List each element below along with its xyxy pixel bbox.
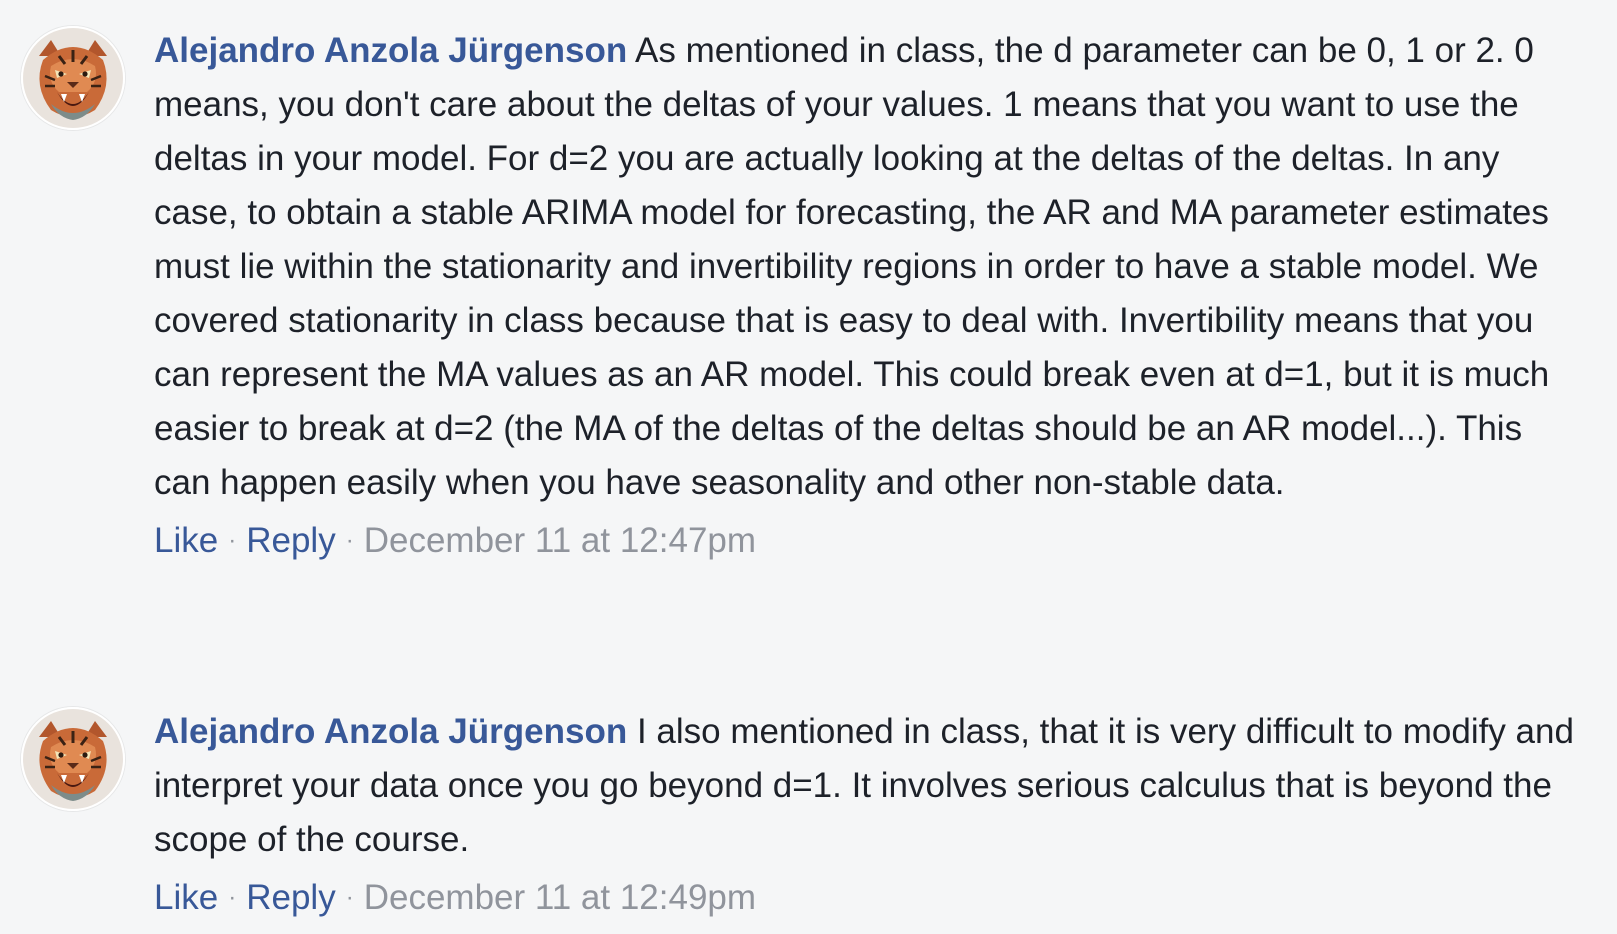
comment-timestamp[interactable]: December 11 at 12:49pm: [364, 878, 756, 917]
comment-actions: Like · Reply · December 11 at 12:47pm: [154, 514, 1587, 568]
comment-text-block: Alejandro Anzola Jürgenson I also mentio…: [154, 705, 1587, 867]
tiger-avatar-icon: [21, 26, 125, 130]
reply-button[interactable]: Reply: [246, 878, 335, 917]
like-button[interactable]: Like: [154, 878, 218, 917]
comment-thread: Alejandro Anzola Jürgenson As mentioned …: [0, 0, 1617, 934]
comment-text-block: Alejandro Anzola Jürgenson As mentioned …: [154, 24, 1587, 510]
separator: ·: [228, 884, 237, 911]
avatar[interactable]: [21, 26, 125, 130]
comment-body: Alejandro Anzola Jürgenson I also mentio…: [154, 705, 1587, 925]
separator: ·: [345, 884, 354, 911]
comment-author-link[interactable]: Alejandro Anzola Jürgenson: [154, 31, 627, 70]
separator: ·: [345, 527, 354, 554]
comment-text: As mentioned in class, the d parameter c…: [154, 31, 1550, 502]
like-button[interactable]: Like: [154, 521, 218, 560]
separator: ·: [228, 527, 237, 554]
comment-author-link[interactable]: Alejandro Anzola Jürgenson: [154, 712, 627, 751]
comment-timestamp[interactable]: December 11 at 12:47pm: [364, 521, 756, 560]
comment-actions: Like · Reply · December 11 at 12:49pm: [154, 871, 1587, 925]
reply-button[interactable]: Reply: [246, 521, 335, 560]
comment-body: Alejandro Anzola Jürgenson As mentioned …: [154, 24, 1587, 568]
tiger-avatar-icon: [21, 707, 125, 811]
avatar[interactable]: [21, 707, 125, 811]
